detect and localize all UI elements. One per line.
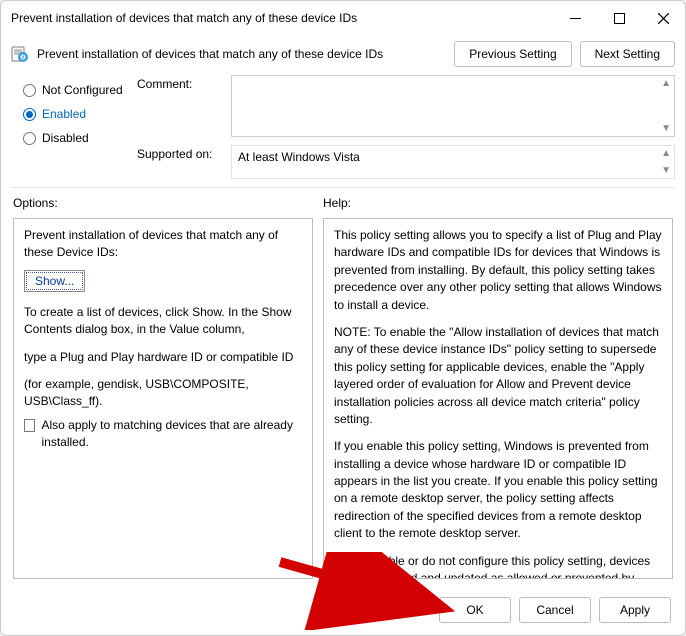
panels: Prevent installation of devices that mat…: [1, 218, 685, 589]
radio-disabled[interactable]: Disabled: [23, 131, 131, 145]
supported-label: Supported on:: [137, 145, 223, 161]
comment-label: Comment:: [137, 75, 223, 91]
minimize-icon: [570, 13, 581, 24]
scroll-down-icon[interactable]: ▼: [661, 123, 671, 134]
cancel-button[interactable]: Cancel: [519, 597, 591, 623]
state-radio-group: Not Configured Enabled Disabled: [9, 75, 131, 179]
radio-disabled-label: Disabled: [42, 131, 89, 145]
previous-setting-button[interactable]: Previous Setting: [454, 41, 571, 67]
policy-icon: [11, 45, 29, 63]
radio-not-configured-label: Not Configured: [42, 83, 123, 97]
show-button[interactable]: Show...: [24, 270, 85, 292]
options-hint-1: To create a list of devices, click Show.…: [24, 304, 302, 339]
ok-button[interactable]: OK: [439, 597, 511, 623]
options-label: Options:: [13, 196, 323, 210]
also-apply-checkbox[interactable]: [24, 419, 35, 432]
window-controls: [553, 3, 685, 33]
divider: [11, 187, 675, 188]
scroll-up-icon[interactable]: ▲: [661, 148, 671, 159]
help-label: Help:: [323, 196, 351, 210]
settings-block: Not Configured Enabled Disabled Comment:…: [1, 75, 685, 185]
comment-input[interactable]: ▲ ▼: [231, 75, 675, 137]
apply-button[interactable]: Apply: [599, 597, 671, 623]
radio-not-configured[interactable]: Not Configured: [23, 83, 131, 97]
supported-on-field: At least Windows Vista ▲ ▼: [231, 145, 675, 179]
options-panel: Prevent installation of devices that mat…: [13, 218, 313, 579]
footer: OK Cancel Apply: [1, 589, 685, 635]
radio-enabled-label: Enabled: [42, 107, 86, 121]
titlebar: Prevent installation of devices that mat…: [1, 1, 685, 35]
minimize-button[interactable]: [553, 3, 597, 33]
window-frame: Prevent installation of devices that mat…: [0, 0, 686, 636]
device-list-label: Prevent installation of devices that mat…: [24, 227, 302, 262]
scroll-down-icon[interactable]: ▼: [661, 165, 671, 176]
help-p1: This policy setting allows you to specif…: [334, 227, 662, 314]
help-p2: NOTE: To enable the "Allow installation …: [334, 324, 662, 428]
section-labels: Options: Help:: [1, 190, 685, 218]
also-apply-row: Also apply to matching devices that are …: [24, 417, 302, 452]
options-hint-2: type a Plug and Play hardware ID or comp…: [24, 349, 302, 366]
also-apply-label: Also apply to matching devices that are …: [41, 417, 302, 452]
nav-buttons: Previous Setting Next Setting: [454, 41, 675, 67]
help-p4: If you disable or do not configure this …: [334, 553, 662, 579]
next-setting-button[interactable]: Next Setting: [580, 41, 675, 67]
close-button[interactable]: [641, 3, 685, 33]
options-hint-3: (for example, gendisk, USB\COMPOSITE, US…: [24, 376, 302, 411]
help-p3: If you enable this policy setting, Windo…: [334, 438, 662, 542]
supported-on-value: At least Windows Vista: [238, 150, 360, 164]
maximize-icon: [614, 13, 625, 24]
help-panel[interactable]: This policy setting allows you to specif…: [323, 218, 673, 579]
maximize-button[interactable]: [597, 3, 641, 33]
header-row: Prevent installation of devices that mat…: [1, 35, 685, 75]
close-icon: [658, 13, 669, 24]
window-title: Prevent installation of devices that mat…: [11, 11, 553, 25]
policy-title: Prevent installation of devices that mat…: [37, 47, 446, 61]
scroll-up-icon[interactable]: ▲: [661, 78, 671, 89]
radio-enabled[interactable]: Enabled: [23, 107, 131, 121]
